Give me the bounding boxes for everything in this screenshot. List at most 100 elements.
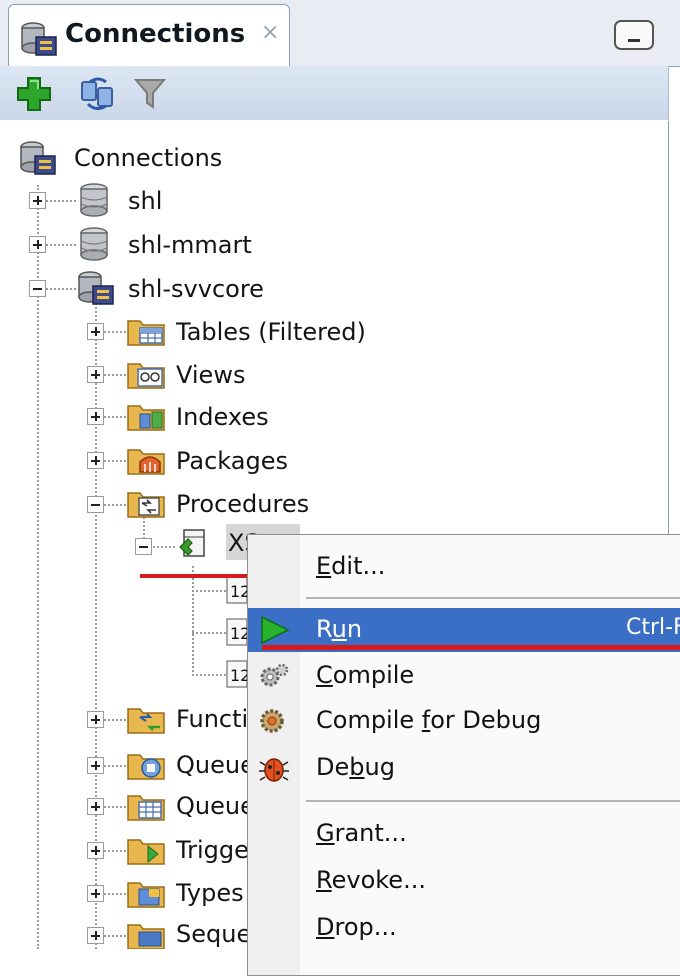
menu-item-revoke[interactable]: Revoke... [248, 859, 680, 903]
procedures-folder-icon [126, 487, 166, 523]
tree-guide-line [104, 460, 126, 462]
minimize-button[interactable] [614, 20, 654, 50]
tree-guide-line [104, 331, 126, 333]
tree-item-types[interactable]: Types [176, 878, 244, 908]
expand-toggle-types[interactable] [87, 885, 104, 902]
menu-separator [306, 597, 680, 599]
tree-item-indexes[interactable]: Indexes [176, 402, 269, 432]
minimize-icon [628, 39, 640, 42]
tree-item-tables[interactable]: Tables (Filtered) [176, 317, 366, 347]
tree-guide-line [46, 244, 76, 246]
tree-guide-line [153, 546, 175, 548]
expand-toggle-shl-mmart[interactable] [29, 236, 46, 253]
functions-folder-icon [126, 703, 166, 739]
tree-item-procedures[interactable]: Procedures [176, 489, 309, 519]
menu-item-label: Run [316, 615, 363, 643]
tree-guide-line [104, 416, 126, 418]
refresh-button[interactable] [78, 74, 118, 114]
menu-item-grant[interactable]: Grant... [248, 812, 680, 856]
tree-item-triggers[interactable]: Trigge [176, 835, 249, 865]
tree-item-shl[interactable]: shl [128, 186, 162, 216]
refresh-icon [81, 77, 113, 111]
tree-item-queues[interactable]: Queue [176, 750, 255, 780]
collapse-toggle-shl-svvcore[interactable] [29, 280, 46, 297]
menu-item-label: Debug [316, 753, 395, 781]
expand-toggle-views[interactable] [87, 366, 104, 383]
collapse-toggle-procedure[interactable] [135, 538, 152, 555]
compile-debug-icon [258, 706, 290, 740]
expand-toggle-tables[interactable] [87, 323, 104, 340]
indexes-folder-icon [126, 400, 166, 436]
menu-item-compile-for-debug[interactable]: Compile for Debug [248, 699, 680, 743]
tables-folder-icon [126, 315, 166, 351]
tree-guide-line [192, 566, 194, 676]
tree-item-views[interactable]: Views [176, 360, 245, 390]
tree-guide-line [104, 850, 126, 852]
packages-folder-icon [126, 444, 166, 480]
tree-item-packages[interactable]: Packages [176, 446, 288, 476]
expand-toggle-shl[interactable] [29, 192, 46, 209]
views-folder-icon [126, 358, 166, 394]
filter-button[interactable] [130, 74, 170, 114]
connections-icon [19, 21, 59, 61]
triggers-folder-icon [126, 834, 166, 870]
context-menu[interactable]: Edit... Run Ctrl-F Compile Compile for D… [247, 534, 680, 976]
tree-guide-line [192, 590, 226, 592]
add-connection-icon [17, 77, 51, 111]
tree-item-connections[interactable]: Connections [74, 143, 222, 173]
tab-connections[interactable]: Connections × [8, 4, 290, 66]
database-icon [78, 227, 110, 265]
menu-item-compile[interactable]: Compile [248, 654, 680, 698]
annotation-underline [262, 645, 680, 650]
expand-toggle-sequences[interactable] [87, 927, 104, 944]
tree-guide-line [104, 504, 126, 506]
expand-toggle-functions[interactable] [87, 711, 104, 728]
menu-item-drop[interactable]: Drop... [248, 906, 680, 950]
tree-guide-line [37, 185, 39, 949]
database-icon [78, 183, 110, 221]
tree-guide-line [104, 765, 126, 767]
tab-title: Connections [65, 19, 246, 49]
tree-guide-line [192, 674, 226, 676]
compile-gear-icon [258, 661, 290, 695]
tree-guide-line [104, 374, 126, 376]
bug-icon [258, 753, 290, 787]
tree-item-functions[interactable]: Functi [176, 704, 248, 734]
sequences-folder-icon [126, 919, 166, 953]
menu-item-label: Edit... [316, 552, 386, 580]
menu-item-label: Compile for Debug [316, 706, 542, 734]
tree-item-sequences[interactable]: Seque [176, 919, 251, 949]
connections-root-icon [18, 140, 58, 180]
add-connection-button[interactable] [14, 74, 54, 114]
menu-item-label: Grant... [316, 819, 407, 847]
tree-guide-line [46, 288, 76, 290]
menu-item-debug[interactable]: Debug [248, 746, 680, 790]
panel-tabstrip: Connections × [0, 0, 680, 67]
tree-guide-line [46, 200, 76, 202]
expand-toggle-queue-tables[interactable] [87, 798, 104, 815]
procedure-icon [176, 527, 210, 565]
collapse-toggle-procedures[interactable] [87, 496, 104, 513]
types-folder-icon [126, 877, 166, 913]
expand-toggle-indexes[interactable] [87, 408, 104, 425]
menu-item-accelerator: Ctrl-F [626, 615, 680, 640]
queues-folder-icon [126, 749, 166, 785]
connections-toolbar [0, 66, 669, 120]
menu-item-label: Drop... [316, 913, 397, 941]
expand-toggle-packages[interactable] [87, 452, 104, 469]
filter-icon [133, 79, 167, 109]
tree-item-shl-mmart[interactable]: shl-mmart [128, 230, 252, 260]
tree-item-queue-tables[interactable]: Queue [176, 791, 255, 821]
close-tab-icon[interactable]: × [261, 20, 279, 45]
queue-tables-folder-icon [126, 790, 166, 826]
expand-toggle-queues[interactable] [87, 757, 104, 774]
menu-item-label: Compile [316, 661, 415, 689]
tree-item-shl-svvcore[interactable]: shl-svvcore [128, 274, 264, 304]
tree-guide-line [192, 632, 226, 634]
expand-toggle-triggers[interactable] [87, 842, 104, 859]
annotation-underline [140, 574, 248, 578]
tree-guide-line [104, 806, 126, 808]
tree-guide-line [104, 893, 126, 895]
menu-separator [306, 800, 680, 802]
menu-item-edit[interactable]: Edit... [248, 545, 680, 589]
